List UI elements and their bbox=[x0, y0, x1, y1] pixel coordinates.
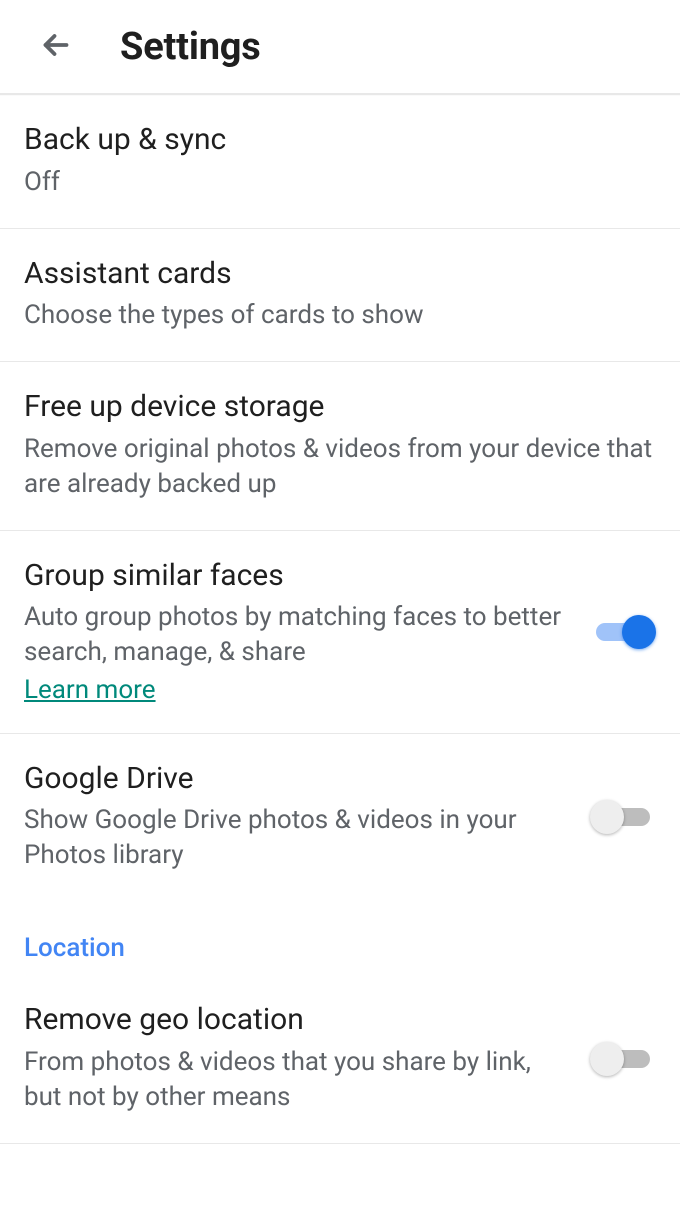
toggle-thumb bbox=[590, 800, 624, 834]
settings-item-google-drive[interactable]: Google Drive Show Google Drive photos & … bbox=[0, 734, 680, 902]
item-title: Back up & sync bbox=[24, 121, 656, 159]
settings-item-assistant-cards[interactable]: Assistant cards Choose the types of card… bbox=[0, 229, 680, 363]
item-text: Remove geo location From photos & videos… bbox=[24, 1001, 572, 1115]
toggle-remove-geo-location[interactable] bbox=[590, 1038, 656, 1078]
item-text: Back up & sync Off bbox=[24, 121, 656, 200]
item-subtitle: Remove original photos & videos from you… bbox=[24, 432, 656, 502]
item-subtitle: Auto group photos by matching faces to b… bbox=[24, 600, 572, 670]
toggle-google-drive[interactable] bbox=[590, 796, 656, 836]
item-text: Free up device storage Remove original p… bbox=[24, 388, 656, 502]
learn-more-link[interactable]: Learn more bbox=[24, 675, 156, 705]
item-subtitle: Choose the types of cards to show bbox=[24, 298, 656, 333]
back-button[interactable] bbox=[28, 19, 84, 75]
item-text: Assistant cards Choose the types of card… bbox=[24, 255, 656, 334]
item-subtitle: Show Google Drive photos & videos in you… bbox=[24, 803, 572, 873]
toggle-thumb bbox=[590, 1042, 624, 1076]
item-subtitle: From photos & videos that you share by l… bbox=[24, 1045, 572, 1115]
item-title: Free up device storage bbox=[24, 388, 656, 426]
settings-list: Back up & sync Off Assistant cards Choos… bbox=[0, 95, 680, 1144]
settings-item-backup-sync[interactable]: Back up & sync Off bbox=[0, 95, 680, 229]
settings-item-group-similar-faces[interactable]: Group similar faces Auto group photos by… bbox=[0, 531, 680, 734]
item-title: Google Drive bbox=[24, 760, 572, 798]
section-header-location: Location bbox=[0, 901, 680, 975]
page-title: Settings bbox=[120, 25, 261, 69]
item-subtitle: Off bbox=[24, 165, 656, 200]
settings-item-free-up-storage[interactable]: Free up device storage Remove original p… bbox=[0, 362, 680, 531]
item-text: Google Drive Show Google Drive photos & … bbox=[24, 760, 572, 874]
item-text: Group similar faces Auto group photos by… bbox=[24, 557, 572, 705]
item-title: Group similar faces bbox=[24, 557, 572, 595]
app-bar: Settings bbox=[0, 0, 680, 95]
item-title: Remove geo location bbox=[24, 1001, 572, 1039]
toggle-thumb bbox=[622, 615, 656, 649]
item-title: Assistant cards bbox=[24, 255, 656, 293]
arrow-back-icon bbox=[38, 27, 74, 67]
toggle-group-similar-faces[interactable] bbox=[590, 611, 656, 651]
settings-item-remove-geo-location[interactable]: Remove geo location From photos & videos… bbox=[0, 975, 680, 1144]
